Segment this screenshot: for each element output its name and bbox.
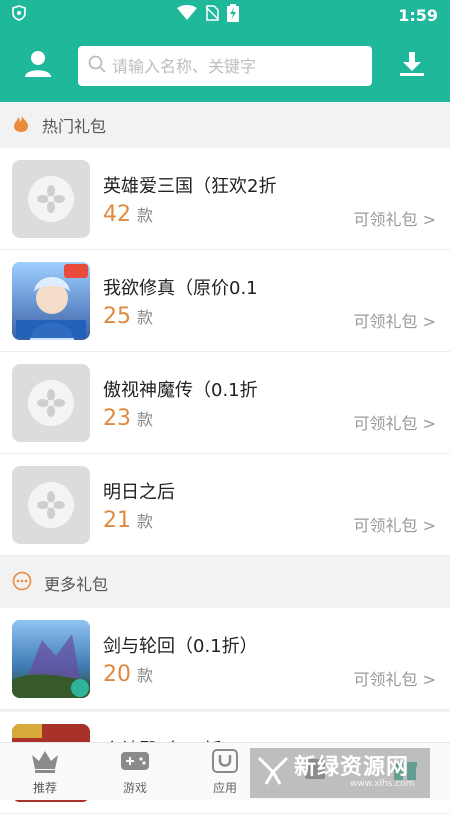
- gift-count-unit: 款: [137, 206, 154, 225]
- section-hot-gifts: 热门礼包: [0, 102, 450, 148]
- download-icon: [399, 51, 425, 81]
- gift-count-number: 23: [103, 406, 131, 431]
- gift-count-number: 20: [103, 662, 131, 687]
- game-name: 傲视神魔传（0.1折: [103, 380, 258, 401]
- watermark-text: 新绿资源网: [294, 755, 410, 780]
- battery-icon: [227, 4, 240, 26]
- flower-icon: [28, 380, 74, 426]
- claim-gift-link[interactable]: 可领礼包 >: [354, 666, 437, 690]
- tab-label: 应用: [212, 780, 237, 795]
- gift-count-unit: 款: [137, 410, 154, 429]
- watermark-url: www.xlhs.com: [350, 779, 415, 789]
- claim-gift-link[interactable]: 可领礼包 >: [354, 206, 437, 230]
- user-icon: [24, 50, 52, 82]
- app-icon: [212, 748, 238, 776]
- section-title: 更多礼包: [44, 575, 109, 594]
- gift-count-number: 21: [103, 508, 131, 533]
- game-thumbnail-placeholder: [12, 466, 90, 544]
- game-art-image: [12, 620, 90, 698]
- list-item[interactable]: 傲视神魔传（0.1折 23 款 可领礼包 >: [0, 352, 450, 454]
- game-name: 剑与轮回（0.1折）: [103, 636, 258, 657]
- list-item[interactable]: 英雄爱三国（狂欢2折 42 款 可领礼包 >: [0, 148, 450, 250]
- flower-icon: [28, 482, 74, 528]
- gift-count-number: 25: [103, 304, 131, 329]
- user-button[interactable]: [12, 40, 64, 92]
- tab-label: 推荐: [32, 780, 57, 795]
- search-input[interactable]: [112, 56, 362, 76]
- game-art-image: [12, 262, 90, 340]
- flower-icon: [28, 176, 74, 222]
- search-box[interactable]: [78, 46, 372, 86]
- fire-icon: [12, 113, 30, 137]
- game-thumbnail: [12, 620, 90, 698]
- crown-icon: [30, 749, 60, 776]
- list-item[interactable]: 明日之后 21 款 可领礼包 >: [0, 454, 450, 556]
- gamepad-icon: [120, 749, 150, 776]
- app-shield-icon: [12, 5, 26, 25]
- status-time: 1:59: [398, 5, 438, 25]
- status-bar: 1:59: [0, 0, 450, 30]
- gift-count: 42 款: [103, 202, 153, 227]
- game-name: 英雄爱三国（狂欢2折: [103, 176, 277, 197]
- gift-count-unit: 款: [137, 512, 154, 531]
- list-item[interactable]: 我欲修真（原价0.1 25 款 可领礼包 >: [0, 250, 450, 352]
- gift-count: 21 款: [103, 508, 153, 533]
- top-header: [0, 30, 450, 102]
- no-sim-icon: [205, 5, 219, 25]
- tab-label: 游戏: [122, 780, 147, 795]
- claim-gift-link[interactable]: 可领礼包 >: [354, 410, 437, 434]
- game-thumbnail-placeholder: [12, 160, 90, 238]
- gift-count: 20 款: [103, 662, 153, 687]
- section-more-gifts: 更多礼包: [0, 560, 450, 606]
- gift-count: 25 款: [103, 304, 153, 329]
- gift-count-unit: 款: [137, 666, 154, 685]
- tab-games[interactable]: 游戏: [90, 743, 180, 801]
- more-icon: [12, 571, 32, 595]
- watermark-logo-icon: [256, 754, 290, 792]
- game-thumbnail-placeholder: [12, 364, 90, 442]
- list-item[interactable]: 剑与轮回（0.1折） 20 款 可领礼包 >: [0, 608, 450, 710]
- download-button[interactable]: [386, 40, 438, 92]
- gift-count: 23 款: [103, 406, 153, 431]
- search-icon: [88, 55, 106, 77]
- watermark-overlay: 新绿资源网 www.xlhs.com: [250, 748, 430, 798]
- game-thumbnail: [12, 262, 90, 340]
- claim-gift-link[interactable]: 可领礼包 >: [354, 308, 437, 332]
- gift-count-number: 42: [103, 202, 131, 227]
- gift-count-unit: 款: [137, 308, 154, 327]
- section-title: 热门礼包: [42, 117, 107, 136]
- tab-recommend[interactable]: 推荐: [0, 743, 90, 801]
- game-name: 明日之后: [103, 482, 175, 503]
- game-name: 我欲修真（原价0.1: [103, 278, 258, 299]
- wifi-icon: [177, 5, 198, 25]
- claim-gift-link[interactable]: 可领礼包 >: [354, 512, 437, 536]
